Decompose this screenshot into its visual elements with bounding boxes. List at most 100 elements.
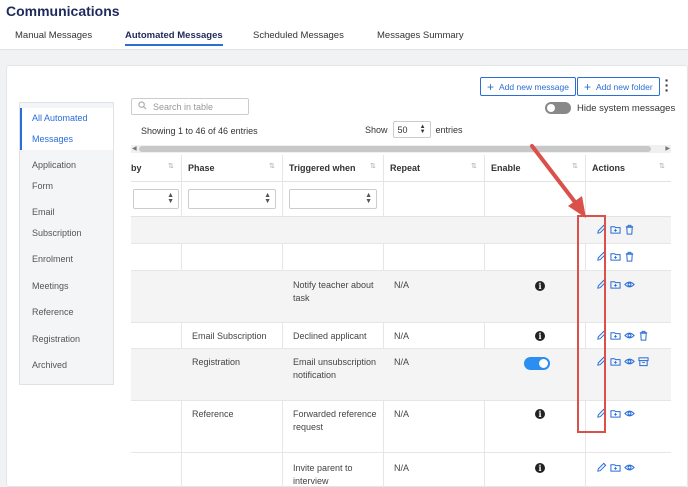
- tab-scheduled-messages[interactable]: Scheduled Messages: [253, 30, 344, 41]
- page-title: Communications: [6, 3, 120, 19]
- folder-sidebar: All Automated Messages Application Form …: [19, 102, 114, 385]
- triggered-line-2: interview: [293, 476, 329, 486]
- scroll-left-icon[interactable]: ◀: [132, 145, 137, 152]
- add-new-folder-label: Add new folder: [596, 81, 653, 92]
- page-length-control: Show 50 ▲ ▼ entries: [365, 121, 463, 138]
- more-options-icon[interactable]: · · ·: [664, 73, 670, 97]
- cell-repeat: N/A: [394, 409, 410, 419]
- sidebar-item-label: Email: [32, 207, 55, 217]
- entries-label: entries: [435, 124, 463, 135]
- hide-system-messages-label: Hide system messages: [577, 102, 676, 114]
- edit-icon[interactable]: [596, 462, 607, 473]
- trash-icon[interactable]: [638, 330, 649, 341]
- sidebar-item-meetings[interactable]: Meetings: [20, 276, 113, 297]
- eye-icon[interactable]: [624, 279, 635, 290]
- search-box: [131, 98, 249, 115]
- column-header-phase[interactable]: Phase: [188, 163, 215, 173]
- triggered-line-1: Notify teacher about: [293, 280, 374, 290]
- add-new-message-label: Add new message: [499, 81, 569, 92]
- archive-icon[interactable]: [638, 356, 649, 367]
- sidebar-item-label: All Automated: [32, 113, 88, 123]
- sidebar-item-application-form[interactable]: Application Form: [20, 155, 113, 197]
- hide-system-messages-toggle[interactable]: [545, 102, 571, 114]
- triggered-line-2: task: [293, 293, 310, 303]
- triggered-line-1: Email unsubscription: [293, 357, 377, 367]
- triggered-line-2: notification: [293, 370, 337, 380]
- cell-repeat: N/A: [394, 331, 410, 341]
- search-input[interactable]: [153, 101, 243, 112]
- folder-plus-icon[interactable]: [610, 408, 621, 419]
- folder-plus-icon[interactable]: [610, 356, 621, 367]
- select-arrows-icon: ▲ ▼: [419, 123, 426, 135]
- folder-plus-icon[interactable]: [610, 224, 621, 235]
- tab-manual-messages[interactable]: Manual Messages: [15, 30, 92, 41]
- cell-triggered-when: Forwarded reference request: [293, 408, 377, 434]
- cell-phase: Email Subscription: [192, 331, 267, 341]
- triggered-line-2: request: [293, 422, 324, 432]
- hide-system-messages-toggle-row: Hide system messages: [545, 102, 675, 114]
- info-icon[interactable]: i: [535, 331, 545, 341]
- info-icon[interactable]: i: [535, 409, 545, 419]
- page-length-select[interactable]: 50 ▲ ▼: [392, 121, 431, 138]
- sort-icon[interactable]: ⇅: [168, 162, 174, 170]
- folder-plus-icon[interactable]: [610, 462, 621, 473]
- eye-icon[interactable]: [624, 462, 635, 473]
- sidebar-item-enrolment[interactable]: Enrolment: [20, 249, 113, 270]
- trash-icon[interactable]: [624, 251, 635, 262]
- sort-icon[interactable]: ⇅: [471, 162, 477, 170]
- sort-icon[interactable]: ⇅: [659, 162, 665, 170]
- filter-triggered-select[interactable]: ▲ ▼: [289, 189, 377, 209]
- filter-by-select[interactable]: ▲ ▼: [133, 189, 179, 209]
- filter-phase-select[interactable]: ▲ ▼: [188, 189, 276, 209]
- folder-plus-icon[interactable]: [610, 251, 621, 262]
- cell-repeat: N/A: [394, 463, 410, 473]
- plus-icon: +: [487, 79, 495, 94]
- show-label: Show: [365, 124, 388, 135]
- search-icon: [138, 101, 147, 112]
- trash-icon[interactable]: [624, 224, 635, 235]
- sidebar-item-registration[interactable]: Registration: [20, 329, 113, 350]
- eye-icon[interactable]: [624, 408, 635, 419]
- folder-plus-icon[interactable]: [610, 330, 621, 341]
- eye-icon[interactable]: [624, 330, 635, 341]
- folder-plus-icon[interactable]: [610, 279, 621, 290]
- tab-automated-messages[interactable]: Automated Messages: [125, 30, 223, 46]
- eye-icon[interactable]: [624, 356, 635, 367]
- select-arrows-icon: ▲ ▼: [167, 192, 174, 205]
- tab-messages-summary[interactable]: Messages Summary: [377, 30, 464, 41]
- select-arrows-icon: ▲ ▼: [365, 192, 372, 205]
- cell-triggered-when: Invite parent to interview: [293, 462, 353, 487]
- sidebar-item-label: Messages: [32, 134, 74, 144]
- column-header-by[interactable]: by: [131, 163, 142, 173]
- plus-icon: +: [584, 79, 592, 94]
- top-bar: Communications Manual Messages Automated…: [0, 0, 688, 50]
- scroll-right-icon[interactable]: ▶: [665, 145, 670, 152]
- table-row: Invite parent to interview N/A i: [131, 453, 671, 487]
- add-new-folder-button[interactable]: + Add new folder: [577, 77, 660, 96]
- info-icon[interactable]: i: [535, 281, 545, 291]
- sidebar-item-archived[interactable]: Archived: [20, 355, 113, 376]
- cell-triggered-when: Declined applicant: [293, 331, 367, 341]
- sidebar-item-reference[interactable]: Reference: [20, 302, 113, 323]
- sidebar-item-all-automated-messages[interactable]: All Automated Messages: [20, 108, 113, 150]
- sidebar-item-label: Subscription: [32, 228, 82, 238]
- add-new-message-button[interactable]: + Add new message: [480, 77, 576, 96]
- sort-icon[interactable]: ⇅: [269, 162, 275, 170]
- cell-repeat: N/A: [394, 357, 410, 367]
- sidebar-item-email-subscription[interactable]: Email Subscription: [20, 202, 113, 244]
- enable-toggle[interactable]: [524, 357, 550, 370]
- sidebar-item-label: Form: [32, 181, 53, 191]
- page-length-value: 50: [397, 124, 408, 135]
- column-header-enable[interactable]: Enable: [491, 163, 521, 173]
- select-arrows-icon: ▲ ▼: [264, 192, 271, 205]
- sidebar-item-label: Application: [32, 160, 77, 170]
- annotation-highlight-box: [577, 215, 606, 433]
- annotation-arrow-icon: [530, 144, 586, 218]
- cell-phase: Registration: [192, 357, 241, 367]
- column-header-triggered-when[interactable]: Triggered when: [289, 163, 356, 173]
- column-header-repeat[interactable]: Repeat: [390, 163, 420, 173]
- info-icon[interactable]: i: [535, 463, 545, 473]
- triggered-line-1: Forwarded reference: [293, 409, 377, 419]
- cell-triggered-when: Email unsubscription notification: [293, 356, 376, 382]
- sort-icon[interactable]: ⇅: [370, 162, 376, 170]
